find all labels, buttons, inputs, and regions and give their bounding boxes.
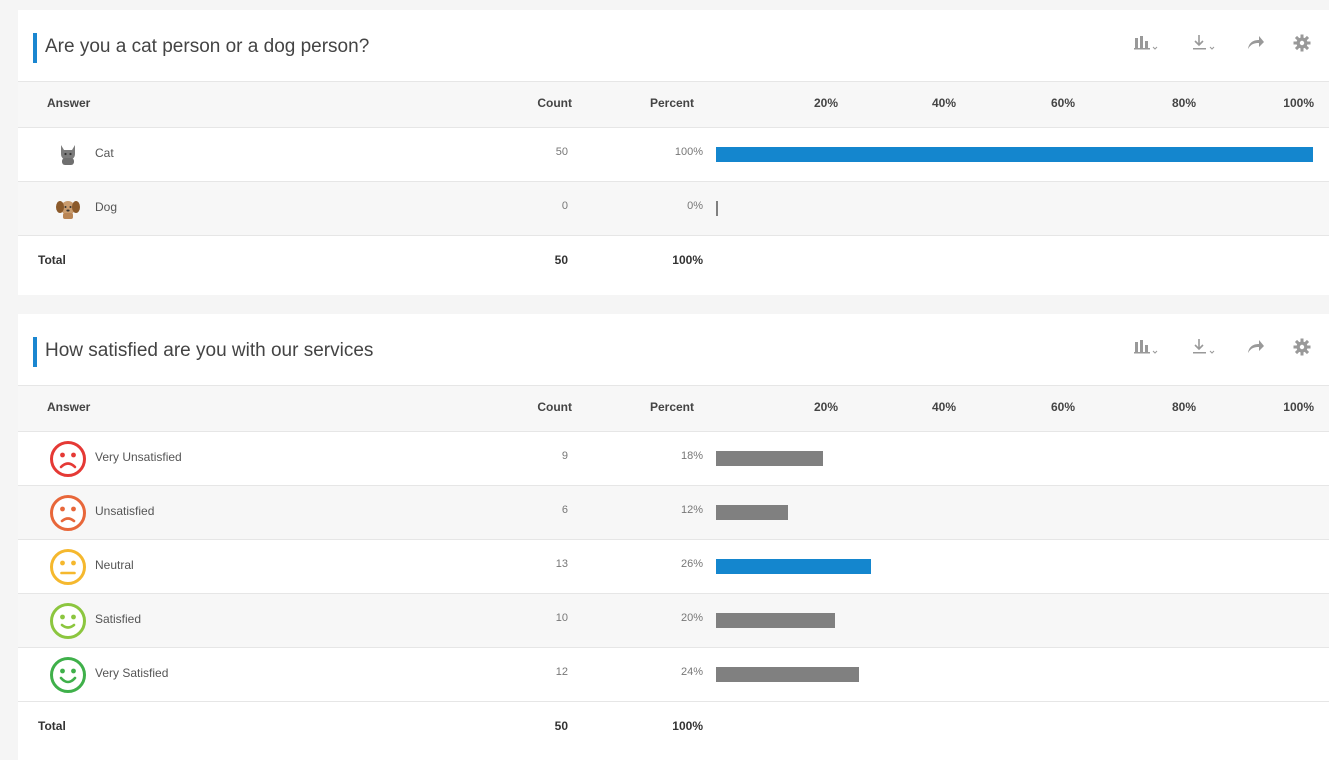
answer-count: 12	[555, 666, 568, 678]
answer-percent: 0%	[687, 200, 703, 212]
answer-label: Neutral	[95, 558, 134, 572]
total-label: Total	[38, 253, 66, 267]
percent-column-header: Percent	[649, 96, 694, 110]
question-panel-satisfaction: How satisfied are you with our services	[18, 314, 1329, 760]
total-label: Total	[38, 719, 66, 733]
settings-icon	[1293, 34, 1311, 52]
answer-row: Very Unsatisfied 9 18%	[18, 431, 1329, 485]
bar-chart-icon	[1134, 340, 1158, 354]
answer-label: Unsatisfied	[95, 504, 155, 518]
chart-type-button[interactable]	[1131, 334, 1161, 360]
download-button[interactable]	[1189, 30, 1219, 56]
answer-row: Neutral 13 26%	[18, 539, 1329, 593]
dog-icon	[56, 201, 80, 219]
answer-label: Satisfied	[95, 612, 142, 626]
answer-percent: 20%	[680, 612, 703, 624]
answer-label: Cat	[95, 146, 114, 160]
total-count: 50	[554, 253, 568, 267]
answer-label: Dog	[95, 200, 118, 214]
answer-column-header: Answer	[47, 96, 91, 110]
settings-button[interactable]	[1287, 30, 1317, 56]
cat-icon	[61, 145, 75, 165]
question-title: Are you a cat person or a dog person?	[45, 36, 370, 57]
question-panel-cat-dog: Are you a cat person or a dog person? An…	[18, 10, 1329, 295]
share-icon	[1248, 36, 1264, 49]
answer-row: Cat 50 100%	[18, 127, 1329, 181]
happy-face-icon	[50, 603, 86, 639]
download-button[interactable]	[1189, 334, 1219, 360]
download-icon	[1193, 35, 1215, 50]
answer-percent: 12%	[680, 504, 703, 516]
count-column-header: Count	[537, 96, 572, 110]
answer-bar	[716, 559, 871, 574]
answer-row: Very Satisfied 12 24%	[18, 647, 1329, 701]
bar-chart-icon	[1134, 36, 1158, 50]
sad-face-icon	[50, 495, 86, 531]
very-happy-face-icon	[50, 657, 86, 693]
tick-label: 80%	[1171, 400, 1196, 414]
answer-count: 50	[555, 146, 568, 158]
neutral-face-icon	[50, 549, 86, 585]
total-row: Total 50 100%	[18, 235, 1329, 289]
total-percent: 100%	[672, 253, 703, 267]
answer-percent: 26%	[680, 558, 703, 570]
question-title: How satisfied are you with our services	[45, 340, 374, 361]
very-sad-face-icon	[50, 441, 86, 477]
answer-percent: 24%	[680, 666, 703, 678]
settings-icon	[1293, 338, 1311, 356]
tick-label: 100%	[1283, 400, 1314, 414]
answer-row: Unsatisfied 6 12%	[18, 485, 1329, 539]
question-header: How satisfied are you with our services	[18, 314, 1329, 385]
tick-label: 100%	[1283, 96, 1314, 110]
tick-label: 40%	[931, 400, 956, 414]
answer-bar	[716, 147, 1313, 162]
answer-count: 13	[555, 558, 568, 570]
answer-bar	[716, 613, 835, 628]
answer-row: Dog 0 0%	[18, 181, 1329, 235]
answer-bar	[716, 201, 718, 216]
share-button[interactable]	[1241, 30, 1271, 56]
count-column-header: Count	[537, 400, 572, 414]
tick-label: 20%	[813, 400, 838, 414]
tick-label: 20%	[813, 96, 838, 110]
answer-count: 6	[561, 504, 568, 516]
share-button[interactable]	[1241, 334, 1271, 360]
answer-bar	[716, 667, 859, 682]
table-header-row: Answer Count Percent 20% 40% 60% 80% 100…	[18, 385, 1329, 431]
title-accent-bar	[33, 337, 37, 367]
percent-column-header: Percent	[649, 400, 694, 414]
total-row: Total 50 100%	[18, 701, 1329, 755]
answer-count: 0	[561, 200, 568, 212]
tick-label: 60%	[1050, 96, 1075, 110]
title-accent-bar	[33, 33, 37, 63]
tick-label: 60%	[1050, 400, 1075, 414]
answer-percent: 18%	[680, 450, 703, 462]
table-header-row: Answer Count Percent 20% 40% 60% 80% 100…	[18, 81, 1329, 127]
tick-label: 80%	[1171, 96, 1196, 110]
answer-label: Very Unsatisfied	[95, 450, 182, 464]
share-icon	[1248, 340, 1264, 353]
total-percent: 100%	[672, 719, 703, 733]
chart-type-button[interactable]	[1131, 30, 1161, 56]
answer-row: Satisfied 10 20%	[18, 593, 1329, 647]
total-count: 50	[554, 719, 568, 733]
download-icon	[1193, 339, 1215, 354]
answer-bar	[716, 505, 788, 520]
settings-button[interactable]	[1287, 334, 1317, 360]
question-header: Are you a cat person or a dog person?	[18, 10, 1329, 81]
answer-count: 10	[555, 612, 568, 624]
tick-label: 40%	[931, 96, 956, 110]
answer-column-header: Answer	[47, 400, 91, 414]
answer-bar	[716, 451, 823, 466]
answer-label: Very Satisfied	[95, 666, 169, 680]
answer-count: 9	[561, 450, 568, 462]
answer-percent: 100%	[674, 146, 703, 158]
